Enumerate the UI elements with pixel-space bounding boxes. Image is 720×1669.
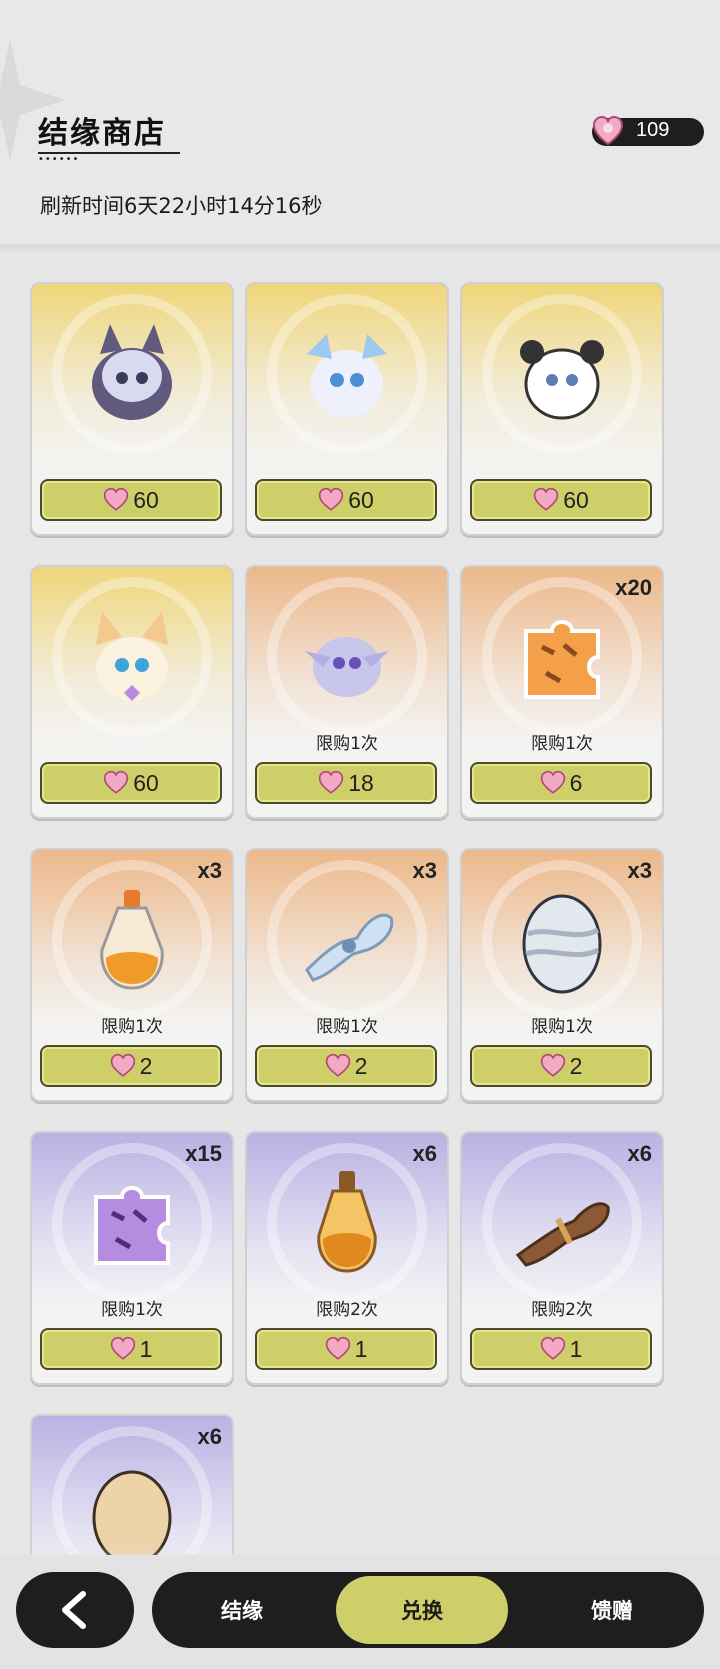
item-quantity: x3 xyxy=(197,858,222,883)
heart-gem-icon xyxy=(540,1336,565,1360)
shop-item-card[interactable]: 60 xyxy=(245,282,449,536)
heart-gem-icon xyxy=(592,115,624,146)
cat-pet-icon xyxy=(92,324,172,420)
shop-item-card[interactable]: x15 限购1次 1 xyxy=(30,1131,234,1385)
puzzle-piece-icon xyxy=(524,620,600,699)
heart-gem-icon xyxy=(110,1336,135,1360)
heart-gem-icon xyxy=(319,487,344,511)
price-label: 2 xyxy=(139,1052,153,1079)
deer-pet-icon xyxy=(305,637,389,697)
price-label: 60 xyxy=(133,486,159,513)
shop-item-card[interactable]: x6 限购2次 1 xyxy=(460,1131,664,1385)
buy-button[interactable]: 6 xyxy=(470,762,652,804)
item-quantity: x6 xyxy=(412,1141,437,1166)
buy-button[interactable]: 1 xyxy=(470,1328,652,1370)
shop-item-card[interactable]: 限购1次 18 xyxy=(245,565,449,819)
heart-gem-icon xyxy=(540,770,565,794)
striped-egg-icon xyxy=(522,894,602,994)
price-label: 1 xyxy=(354,1335,368,1362)
heart-gem-icon xyxy=(325,1053,350,1077)
price-label: 2 xyxy=(354,1052,368,1079)
back-button[interactable] xyxy=(16,1572,134,1648)
shop-item-card[interactable]: x3 限购1次 2 xyxy=(30,848,234,1102)
purchase-limit: 限购1次 xyxy=(316,734,378,754)
shop-item-card[interactable]: 60 xyxy=(460,282,664,536)
purchase-limit: 限购2次 xyxy=(531,1300,593,1320)
price-label: 18 xyxy=(348,769,374,796)
cloth-bundle-icon xyxy=(305,913,394,982)
heart-gem-icon xyxy=(104,770,129,794)
buy-button[interactable]: 1 xyxy=(255,1328,437,1370)
fox-pet-icon xyxy=(96,611,168,701)
currency-amount: 109 xyxy=(636,119,670,141)
refresh-timer: 刷新时间6天22小时14分16秒 xyxy=(40,194,323,218)
purchase-limit: 限购1次 xyxy=(316,1017,378,1037)
tab-gift[interactable]: 馈赠 xyxy=(532,1572,692,1648)
chevron-left-icon xyxy=(62,1591,86,1629)
heart-gem-icon xyxy=(534,487,559,511)
item-quantity: x6 xyxy=(197,1424,222,1449)
price-label: 60 xyxy=(133,769,159,796)
buy-button[interactable]: 60 xyxy=(255,479,437,521)
price-label: 60 xyxy=(348,486,374,513)
item-quantity: x6 xyxy=(627,1141,652,1166)
amber-potion-icon xyxy=(317,1171,377,1273)
buy-button[interactable]: 60 xyxy=(40,762,222,804)
rope-bundle-icon xyxy=(515,1202,610,1267)
purchase-limit: 限购1次 xyxy=(101,1017,163,1037)
item-quantity: x3 xyxy=(627,858,652,883)
shop-page: 结缘商店 •••••• 109 刷新时间6天22小时14分16秒 60 60 6… xyxy=(0,0,720,1669)
purple-puzzle-icon xyxy=(94,1186,170,1265)
item-quantity: x3 xyxy=(412,858,437,883)
heart-gem-icon xyxy=(319,770,344,794)
price-label: 1 xyxy=(139,1335,153,1362)
shop-item-card[interactable]: 60 xyxy=(30,565,234,819)
tab-bond[interactable]: 结缘 xyxy=(172,1572,312,1648)
heart-gem-icon xyxy=(104,487,129,511)
purchase-limit: 限购1次 xyxy=(101,1300,163,1320)
buy-button[interactable]: 2 xyxy=(470,1045,652,1087)
buy-button[interactable]: 2 xyxy=(40,1045,222,1087)
tab-exchange[interactable]: 兑换 xyxy=(336,1576,508,1644)
purchase-limit: 限购1次 xyxy=(531,734,593,754)
price-label: 60 xyxy=(563,486,589,513)
potion-bottle-icon xyxy=(100,890,164,990)
buy-button[interactable]: 1 xyxy=(40,1328,222,1370)
buy-button[interactable]: 60 xyxy=(40,479,222,521)
page-title: 结缘商店 xyxy=(38,116,166,151)
shop-item-card[interactable]: x20 限购1次 6 xyxy=(460,565,664,819)
shop-item-card[interactable]: x6 限购2次 1 xyxy=(245,1131,449,1385)
title-dots: •••••• xyxy=(38,154,80,165)
buy-button[interactable]: 60 xyxy=(470,479,652,521)
heart-gem-icon xyxy=(540,1053,565,1077)
tab-bar: 结缘 兑换 馈赠 xyxy=(152,1572,704,1648)
shop-header: 结缘商店 •••••• 109 刷新时间6天22小时14分16秒 xyxy=(0,0,720,248)
price-label: 1 xyxy=(569,1335,583,1362)
heart-gem-icon xyxy=(325,1336,350,1360)
purchase-limit: 限购2次 xyxy=(316,1300,378,1320)
purchase-limit: 限购1次 xyxy=(531,1017,593,1037)
heart-gem-icon xyxy=(110,1053,135,1077)
shop-item-card[interactable]: x3 限购1次 2 xyxy=(245,848,449,1102)
dragon-pet-icon xyxy=(307,334,387,418)
price-label: 2 xyxy=(569,1052,583,1079)
buy-button[interactable]: 18 xyxy=(255,762,437,804)
buy-button[interactable]: 2 xyxy=(255,1045,437,1087)
shop-item-card[interactable]: 60 xyxy=(30,282,234,536)
price-label: 6 xyxy=(569,769,583,796)
header-divider xyxy=(0,244,720,254)
shop-item-card[interactable]: x3 限购1次 2 xyxy=(460,848,664,1102)
panda-pet-icon xyxy=(520,340,604,420)
